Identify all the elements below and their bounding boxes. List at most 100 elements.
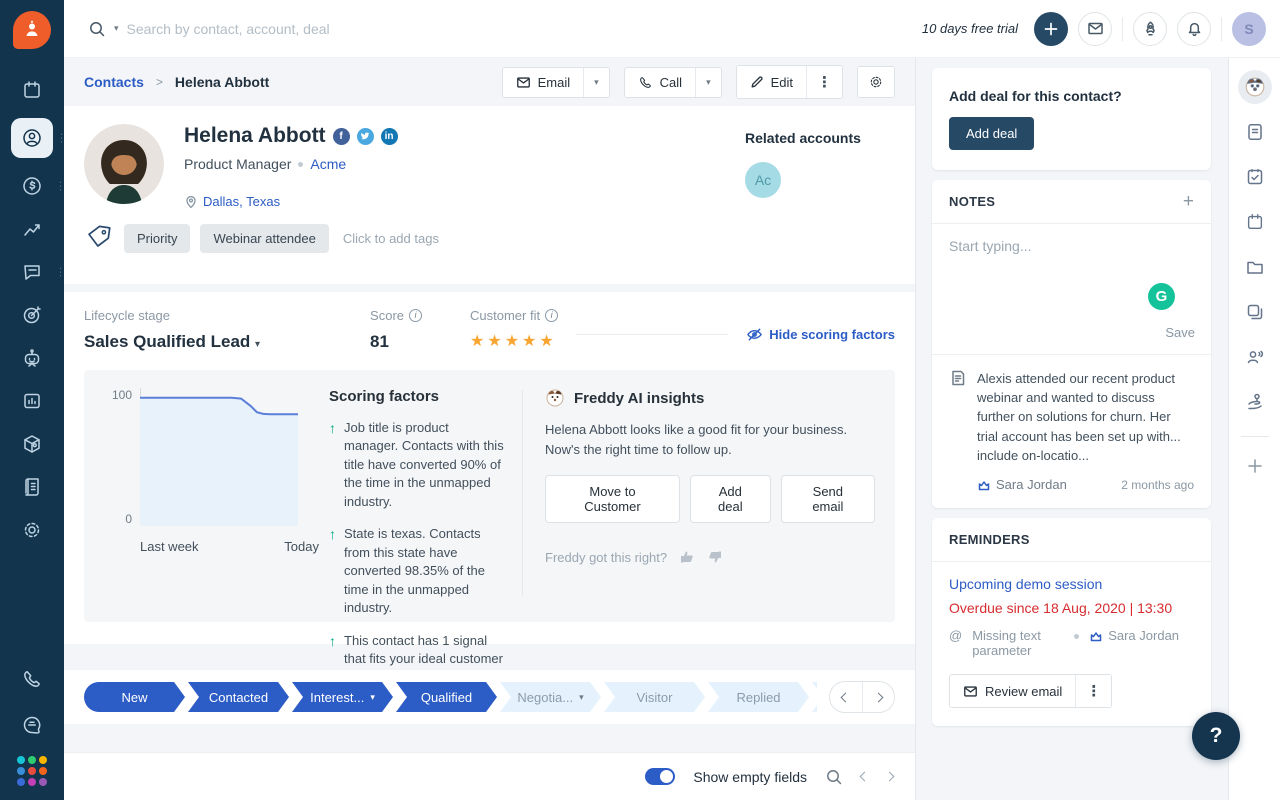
stage-next[interactable]: S — [812, 682, 817, 712]
call-dropdown-button[interactable]: ▾ — [695, 67, 721, 97]
user-avatar[interactable]: S — [1232, 11, 1266, 46]
sidebar-item-goals[interactable] — [12, 300, 52, 330]
linkedin-icon[interactable]: in — [380, 127, 398, 145]
info-icon[interactable]: i — [545, 309, 559, 322]
sidebar-item-documents[interactable] — [12, 472, 52, 502]
search-icon[interactable] — [88, 20, 106, 38]
files-panel-button[interactable] — [1238, 250, 1272, 284]
stage-scroll-right-button[interactable] — [861, 682, 895, 712]
show-empty-fields-toggle[interactable] — [645, 768, 676, 785]
contact-company-link[interactable]: Acme — [310, 156, 346, 172]
reminder-detail: Missing text parameter — [972, 628, 1041, 659]
sidebar-item-products[interactable] — [12, 429, 52, 459]
chat-icon — [24, 265, 40, 280]
add-deal-suggestion-button[interactable]: Add deal — [689, 475, 771, 523]
thumbs-up-icon[interactable] — [679, 549, 695, 565]
sidebar-item-reports[interactable] — [12, 386, 52, 416]
sidebar-item-settings[interactable] — [12, 515, 52, 545]
sidebar-item-deals[interactable]: ⋮ — [12, 171, 66, 201]
sidebar-item-calendar[interactable] — [12, 75, 52, 105]
left-nav-rail: ⋮ ⋮ ⋮ — [0, 0, 67, 800]
move-to-customer-button[interactable]: Move to Customer — [545, 475, 680, 523]
hide-scoring-factors-link[interactable]: Hide scoring factors — [746, 326, 895, 343]
y-tick-max: 100 — [111, 388, 132, 402]
sales-pipeline: New Contacted Interest... ▾ Qualified Neg… — [64, 670, 915, 724]
sidebar-item-contacts[interactable]: ⋮ — [11, 118, 67, 158]
add-tags-field[interactable]: Click to add tags — [343, 231, 439, 246]
participants-panel-button[interactable] — [1238, 340, 1272, 374]
drag-handle-icon[interactable]: ⋮ — [55, 266, 66, 279]
add-panel-button[interactable] — [1238, 449, 1272, 483]
contact-info: Helena Abbott f in Product Manager Acme — [88, 124, 745, 266]
contact-location-link[interactable]: Dallas, Texas — [203, 194, 280, 209]
chevron-left-icon[interactable] — [859, 771, 870, 782]
connections-panel-button[interactable] — [1238, 385, 1272, 419]
stage-new[interactable]: New — [84, 682, 185, 712]
lifecycle-panel: Lifecycle stage Sales Qualified Lead ▾ S… — [64, 292, 915, 684]
related-account-avatar[interactable]: Ac — [745, 162, 781, 198]
stage-visitor[interactable]: Visitor — [604, 682, 705, 712]
contacts-icon — [23, 129, 41, 147]
stage-scroll-left-button[interactable] — [830, 682, 862, 712]
sidebar-item-analytics-trend[interactable] — [12, 214, 52, 244]
stage-replied[interactable]: Replied — [708, 682, 809, 712]
sidebar-item-conversations[interactable]: ⋮ — [12, 257, 66, 287]
sidebar-item-bots[interactable] — [12, 343, 52, 373]
reminders-title: REMINDERS — [949, 532, 1030, 548]
email-inbox-button[interactable] — [1078, 11, 1112, 46]
send-email-suggestion-button[interactable]: Send email — [780, 475, 875, 523]
stage-qualified[interactable]: Qualified — [396, 682, 497, 712]
grammarly-icon[interactable]: G — [1148, 283, 1175, 310]
add-deal-button[interactable]: Add deal — [949, 117, 1035, 150]
notes-panel-button[interactable] — [1238, 115, 1272, 149]
divider — [1240, 436, 1269, 437]
review-email-button[interactable]: Review email — [950, 675, 1076, 708]
chevron-right-icon[interactable] — [884, 771, 895, 782]
tag-icon[interactable] — [82, 221, 116, 255]
sidebar-item-helpdesk-chat[interactable] — [12, 710, 52, 740]
dot-separator — [1074, 634, 1080, 640]
freddy-panel-button[interactable] — [1237, 70, 1272, 104]
twitter-icon[interactable] — [356, 127, 374, 145]
lifecycle-stage-select[interactable]: Sales Qualified Lead ▾ — [84, 332, 260, 352]
more-actions-button[interactable]: ⋮ — [806, 66, 842, 98]
divider — [1122, 16, 1123, 41]
call-button[interactable]: Call — [624, 67, 696, 97]
reminder-more-button[interactable]: ⋮ — [1075, 675, 1112, 708]
drag-handle-icon[interactable]: ⋮ — [55, 180, 66, 193]
tag-chip[interactable]: Priority — [124, 223, 191, 253]
stage-negotiation[interactable]: Negotia... ▾ — [500, 682, 601, 712]
search-scope-caret-icon[interactable]: ▾ — [114, 23, 119, 34]
note-save-button[interactable]: Save — [1165, 325, 1195, 340]
email-button[interactable]: Email — [502, 67, 584, 97]
sidebar-item-phone[interactable] — [12, 664, 52, 694]
stage-interested[interactable]: Interest... ▾ — [292, 682, 393, 712]
notifications-button[interactable] — [1177, 11, 1211, 46]
stage-contacted[interactable]: Contacted — [188, 682, 289, 712]
email-dropdown-button[interactable]: ▾ — [583, 67, 609, 97]
app-switcher-icon[interactable] — [17, 756, 47, 786]
edit-button[interactable]: Edit — [736, 66, 806, 98]
note-item[interactable]: Alexis attended our recent product webin… — [932, 354, 1211, 508]
tag-chip[interactable]: Webinar attendee — [200, 223, 329, 253]
reminder-title-link[interactable]: Upcoming demo session — [949, 576, 1194, 592]
envelope-icon — [964, 686, 977, 697]
thumbs-down-icon[interactable] — [707, 549, 723, 565]
freshsales-logo[interactable] — [13, 11, 51, 49]
add-note-button[interactable]: + — [1183, 192, 1194, 211]
tasks-panel-button[interactable] — [1238, 160, 1272, 194]
whats-new-button[interactable] — [1133, 11, 1167, 46]
freddy-icon — [546, 389, 564, 407]
breadcrumb-contacts-link[interactable]: Contacts — [84, 74, 144, 90]
info-icon[interactable]: i — [409, 309, 423, 322]
meetings-panel-button[interactable] — [1238, 205, 1272, 239]
drag-handle-icon[interactable]: ⋮ — [56, 132, 67, 145]
search-input[interactable] — [126, 20, 547, 37]
quick-add-button[interactable] — [1034, 11, 1068, 46]
page-settings-button[interactable] — [858, 67, 894, 97]
facebook-icon[interactable]: f — [332, 127, 350, 145]
note-author: Sara Jordan — [977, 477, 1067, 492]
help-button[interactable]: ? — [1192, 712, 1240, 760]
duplicates-panel-button[interactable] — [1238, 295, 1272, 329]
field-search-icon[interactable] — [825, 768, 843, 786]
